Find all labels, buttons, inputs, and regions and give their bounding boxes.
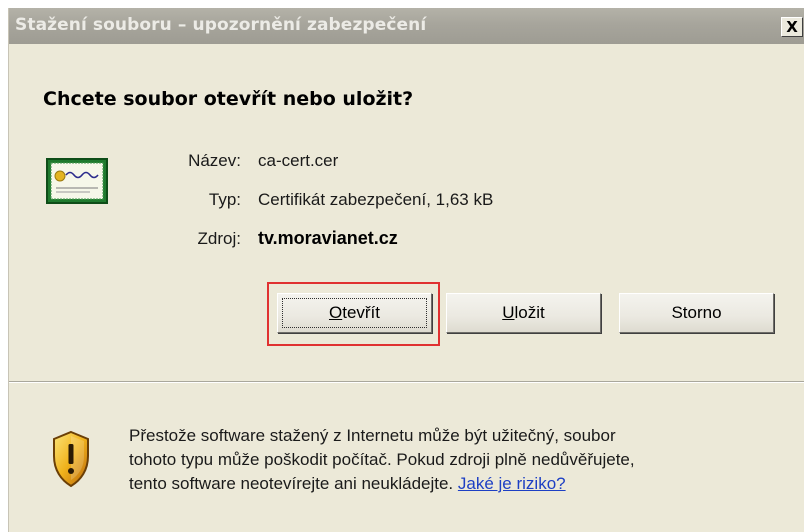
name-label: Název: — [188, 151, 241, 170]
cancel-button[interactable]: Storno — [619, 293, 774, 333]
warning-line-1: Přestože software stažený z Internetu mů… — [129, 426, 616, 445]
title-bar[interactable]: Stažení souboru – upozornění zabezpečení… — [9, 8, 804, 44]
certificate-icon — [46, 158, 108, 204]
name-value: ca-cert.cer — [258, 151, 339, 170]
download-security-dialog: Stažení souboru – upozornění zabezpečení… — [8, 8, 804, 532]
warning-line-3: tento software neotevírejte ani neukláde… — [129, 472, 799, 496]
type-value: Certifikát zabezpečení, 1,63 kB — [258, 190, 494, 209]
close-button[interactable]: X — [781, 17, 803, 37]
save-button[interactable]: Uložit — [446, 293, 601, 333]
cancel-button-label: Storno — [671, 303, 722, 322]
open-button[interactable]: Otevřít — [277, 293, 432, 333]
close-icon: X — [786, 17, 798, 36]
security-warning-text: Přestože software stažený z Internetu mů… — [129, 424, 799, 496]
risk-info-link[interactable]: Jaké je riziko? — [458, 474, 566, 493]
warning-line-2: tohoto typu může poškodit počítač. Pokud… — [129, 450, 635, 469]
warning-line-3-text: tento software neotevírejte ani neukláde… — [129, 474, 454, 493]
save-button-label: Uložit — [502, 303, 545, 322]
open-button-label: Otevřít — [328, 303, 381, 322]
dialog-question: Chcete soubor otevřít nebo uložit? — [43, 88, 414, 110]
source-label: Zdroj: — [197, 229, 241, 248]
security-shield-icon — [53, 430, 89, 488]
type-label: Typ: — [208, 190, 241, 209]
source-value: tv.moravianet.cz — [258, 228, 398, 248]
separator — [9, 381, 804, 383]
window-title: Stažení souboru – upozornění zabezpečení — [15, 15, 427, 35]
